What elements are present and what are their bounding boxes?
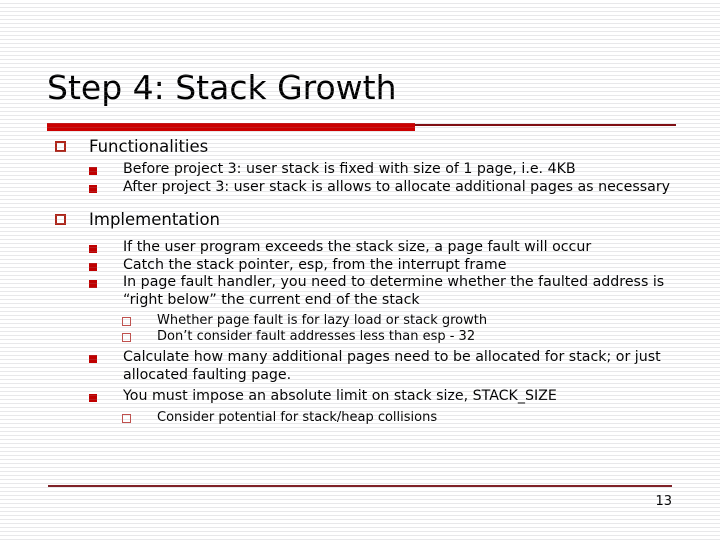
bullet-level2-label: Calculate how many additional pages need… [123, 349, 661, 383]
hollow-square-bullet-icon [122, 317, 131, 326]
bullet-level3-esp-minus-32: Don’t consider fault addresses less than… [0, 329, 720, 345]
bullet-level3-label: Don’t consider fault addresses less than… [157, 329, 476, 344]
bullet-level2-before-project3: Before project 3: user stack is fixed wi… [0, 161, 720, 179]
slide-canvas: Step 4: Stack Growth Functionalities Bef… [0, 0, 720, 540]
filled-square-bullet-icon [89, 245, 97, 253]
bullet-level2-label: After project 3: user stack is allows to… [123, 178, 671, 195]
bullet-level2-page-fault-occurs: If the user program exceeds the stack si… [0, 239, 720, 257]
bullet-level2-stack-size-limit: You must impose an absolute limit on sta… [0, 388, 720, 406]
page-number: 13 [655, 494, 672, 509]
hollow-square-bullet-icon [55, 141, 66, 152]
bullet-level2-label: Before project 3: user stack is fixed wi… [123, 161, 576, 177]
bullet-level2-calculate-pages: Calculate how many additional pages need… [0, 349, 720, 384]
hollow-square-bullet-icon [55, 214, 66, 225]
filled-square-bullet-icon [89, 167, 97, 175]
bullet-level1-implementation: Implementation [0, 209, 720, 230]
bullet-level3-lazy-load-or-stack-growth: Whether page fault is for lazy load or s… [0, 313, 720, 329]
bullet-level3-label: Consider potential for stack/heap collis… [157, 409, 438, 425]
bullet-level1-label: Implementation [89, 210, 221, 229]
footer-rule [48, 485, 672, 487]
bullet-level2-label: Catch the stack pointer, esp, from the i… [123, 256, 507, 273]
bullet-level2-label: In page fault handler, you need to deter… [123, 274, 665, 308]
bullet-level2-after-project3: After project 3: user stack is allows to… [0, 179, 720, 197]
bullet-level3-label: Whether page fault is for lazy load or s… [157, 313, 488, 328]
filled-square-bullet-icon [89, 355, 97, 363]
bullet-level2-label: You must impose an absolute limit on sta… [123, 388, 557, 404]
filled-square-bullet-icon [89, 394, 97, 402]
filled-square-bullet-icon [89, 280, 97, 288]
hollow-square-bullet-icon [122, 333, 131, 342]
title-divider-thick-bar [47, 123, 415, 131]
slide-body: Functionalities Before project 3: user s… [0, 136, 720, 426]
bullet-level1-label: Functionalities [89, 137, 209, 156]
bullet-level3-stack-heap-collisions: Consider potential for stack/heap collis… [0, 410, 720, 426]
slide-title: Step 4: Stack Growth [47, 68, 397, 107]
bullet-level2-page-fault-handler: In page fault handler, you need to deter… [0, 274, 720, 309]
filled-square-bullet-icon [89, 184, 97, 193]
bullet-level1-functionalities: Functionalities [0, 136, 720, 157]
bullet-level2-label: If the user program exceeds the stack si… [123, 239, 592, 255]
filled-square-bullet-icon [89, 262, 97, 271]
hollow-square-bullet-icon [122, 413, 131, 423]
bullet-level2-catch-stack-pointer: Catch the stack pointer, esp, from the i… [0, 257, 720, 275]
title-divider [47, 122, 676, 131]
